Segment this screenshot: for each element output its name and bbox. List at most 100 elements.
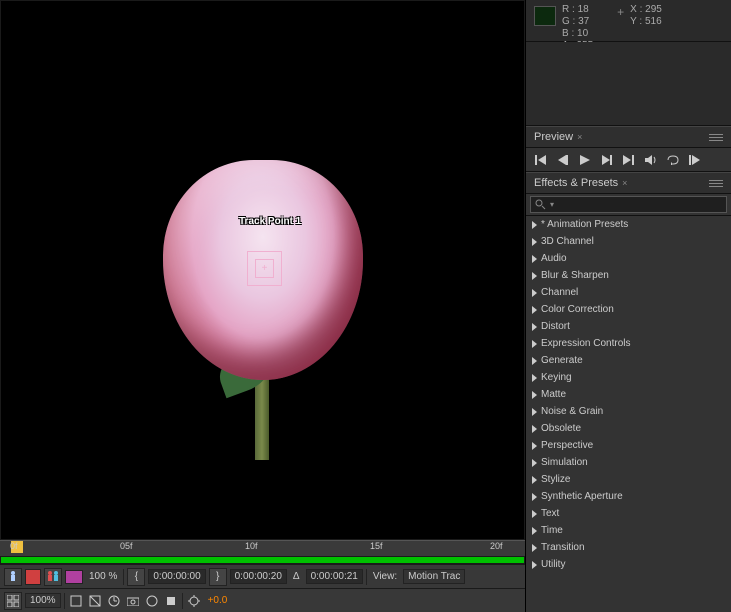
effect-category-label: Transition: [541, 542, 585, 553]
effect-category[interactable]: Blur & Sharpen: [526, 267, 731, 284]
snapshot-icon[interactable]: [125, 593, 141, 609]
figure-icon-duo[interactable]: [44, 568, 62, 586]
duration-prefix: Δ: [290, 571, 303, 582]
effect-category-label: Keying: [541, 372, 572, 383]
effect-category[interactable]: Audio: [526, 250, 731, 267]
prev-frame-button[interactable]: [554, 152, 572, 168]
effect-category[interactable]: Channel: [526, 284, 731, 301]
effect-category[interactable]: Perspective: [526, 437, 731, 454]
expand-triangle-icon[interactable]: [532, 510, 537, 518]
first-frame-button[interactable]: [532, 152, 550, 168]
effect-category-label: Matte: [541, 389, 566, 400]
expand-triangle-icon[interactable]: [532, 340, 537, 348]
work-area-bar[interactable]: [0, 556, 525, 564]
expand-triangle-icon[interactable]: [532, 459, 537, 467]
viewer[interactable]: Track Point 1 +: [0, 0, 525, 540]
effect-category-label: Channel: [541, 287, 578, 298]
expand-triangle-icon[interactable]: [532, 391, 537, 399]
exposure-icon[interactable]: [186, 593, 202, 609]
out-bracket-icon[interactable]: }: [209, 568, 227, 586]
loop-button[interactable]: [664, 152, 682, 168]
expand-triangle-icon[interactable]: [532, 238, 537, 246]
expand-triangle-icon[interactable]: [532, 272, 537, 280]
track-point-feature[interactable]: +: [255, 259, 274, 278]
effect-category[interactable]: Expression Controls: [526, 335, 731, 352]
expand-triangle-icon[interactable]: [532, 408, 537, 416]
expand-triangle-icon[interactable]: [532, 357, 537, 365]
expand-triangle-icon[interactable]: [532, 561, 537, 569]
time-ruler[interactable]: 0f 05f 10f 15f 20f: [0, 540, 525, 556]
effect-category[interactable]: Transition: [526, 539, 731, 556]
time-icon[interactable]: [106, 593, 122, 609]
ruler-tick: 05f: [120, 541, 133, 551]
effect-category[interactable]: Matte: [526, 386, 731, 403]
effect-category[interactable]: Text: [526, 505, 731, 522]
effect-category-label: Obsolete: [541, 423, 581, 434]
effect-category-label: Expression Controls: [541, 338, 630, 349]
audio-button[interactable]: [642, 152, 660, 168]
panel-menu-icon[interactable]: [705, 130, 727, 144]
safe-zones-icon[interactable]: [68, 593, 84, 609]
effect-category-label: Distort: [541, 321, 570, 332]
effect-category[interactable]: Synthetic Aperture: [526, 488, 731, 505]
expand-triangle-icon[interactable]: [532, 527, 537, 535]
track-point-region[interactable]: +: [247, 251, 282, 286]
color-swatch[interactable]: [65, 570, 83, 584]
expand-triangle-icon[interactable]: [532, 289, 537, 297]
effect-category[interactable]: Obsolete: [526, 420, 731, 437]
expand-triangle-icon[interactable]: [532, 306, 537, 314]
track-point-attach[interactable]: +: [262, 264, 268, 274]
preview-tab[interactable]: Preview ×: [526, 128, 590, 146]
in-bracket-icon[interactable]: {: [127, 568, 145, 586]
effects-presets-tab[interactable]: Effects & Presets ×: [526, 174, 635, 192]
zoom-readout[interactable]: 100 %: [86, 571, 120, 582]
effects-search-input[interactable]: ▾: [530, 196, 727, 213]
last-frame-button[interactable]: [620, 152, 638, 168]
expand-triangle-icon[interactable]: [532, 374, 537, 382]
view-mode-dropdown[interactable]: Motion Trac: [403, 569, 465, 584]
effect-category[interactable]: Simulation: [526, 454, 731, 471]
effect-category[interactable]: Utility: [526, 556, 731, 573]
expand-triangle-icon[interactable]: [532, 544, 537, 552]
close-icon[interactable]: ×: [622, 178, 627, 188]
effect-category[interactable]: Noise & Grain: [526, 403, 731, 420]
grid-icon[interactable]: [4, 592, 22, 610]
effect-category[interactable]: Color Correction: [526, 301, 731, 318]
sampled-color-swatch: [534, 6, 556, 26]
figure-icon[interactable]: [4, 568, 22, 586]
expand-triangle-icon[interactable]: [532, 425, 537, 433]
effect-category-label: Synthetic Aperture: [541, 491, 623, 502]
effect-category[interactable]: Distort: [526, 318, 731, 335]
effect-category[interactable]: Stylize: [526, 471, 731, 488]
expand-triangle-icon[interactable]: [532, 493, 537, 501]
expand-triangle-icon[interactable]: [532, 442, 537, 450]
next-frame-button[interactable]: [598, 152, 616, 168]
effect-category[interactable]: Time: [526, 522, 731, 539]
mask-visibility-icon[interactable]: [87, 593, 103, 609]
effects-categories-list[interactable]: * Animation Presets 3D ChannelAudioBlur &…: [526, 216, 731, 612]
panel-menu-icon[interactable]: [705, 176, 727, 190]
effect-category[interactable]: 3D Channel: [526, 233, 731, 250]
out-point[interactable]: 0:00:00:20: [230, 569, 287, 584]
figure-icon-alt[interactable]: [25, 569, 41, 585]
in-point[interactable]: 0:00:00:00: [148, 569, 205, 584]
play-button[interactable]: [576, 152, 594, 168]
magnification-dropdown[interactable]: 100%: [25, 593, 61, 608]
expand-triangle-icon[interactable]: [532, 323, 537, 331]
preview-panel-header: Preview ×: [526, 126, 731, 148]
search-field[interactable]: [558, 199, 722, 210]
show-snapshot-icon[interactable]: [144, 593, 160, 609]
info-panel: R : 18 G : 37 B : 10 A : 255 + X : 295 Y…: [526, 0, 731, 42]
exposure-value[interactable]: +0.0: [205, 595, 231, 606]
effect-category-label: * Animation Presets: [541, 219, 628, 230]
effect-category[interactable]: Keying: [526, 369, 731, 386]
effect-category[interactable]: Generate: [526, 352, 731, 369]
expand-triangle-icon[interactable]: [532, 476, 537, 484]
ram-preview-button[interactable]: [686, 152, 704, 168]
close-icon[interactable]: ×: [577, 132, 582, 142]
effect-category[interactable]: * Animation Presets: [526, 216, 731, 233]
effect-category-label: Simulation: [541, 457, 588, 468]
expand-triangle-icon[interactable]: [532, 255, 537, 263]
channel-icon[interactable]: [163, 593, 179, 609]
expand-triangle-icon[interactable]: [532, 221, 537, 229]
